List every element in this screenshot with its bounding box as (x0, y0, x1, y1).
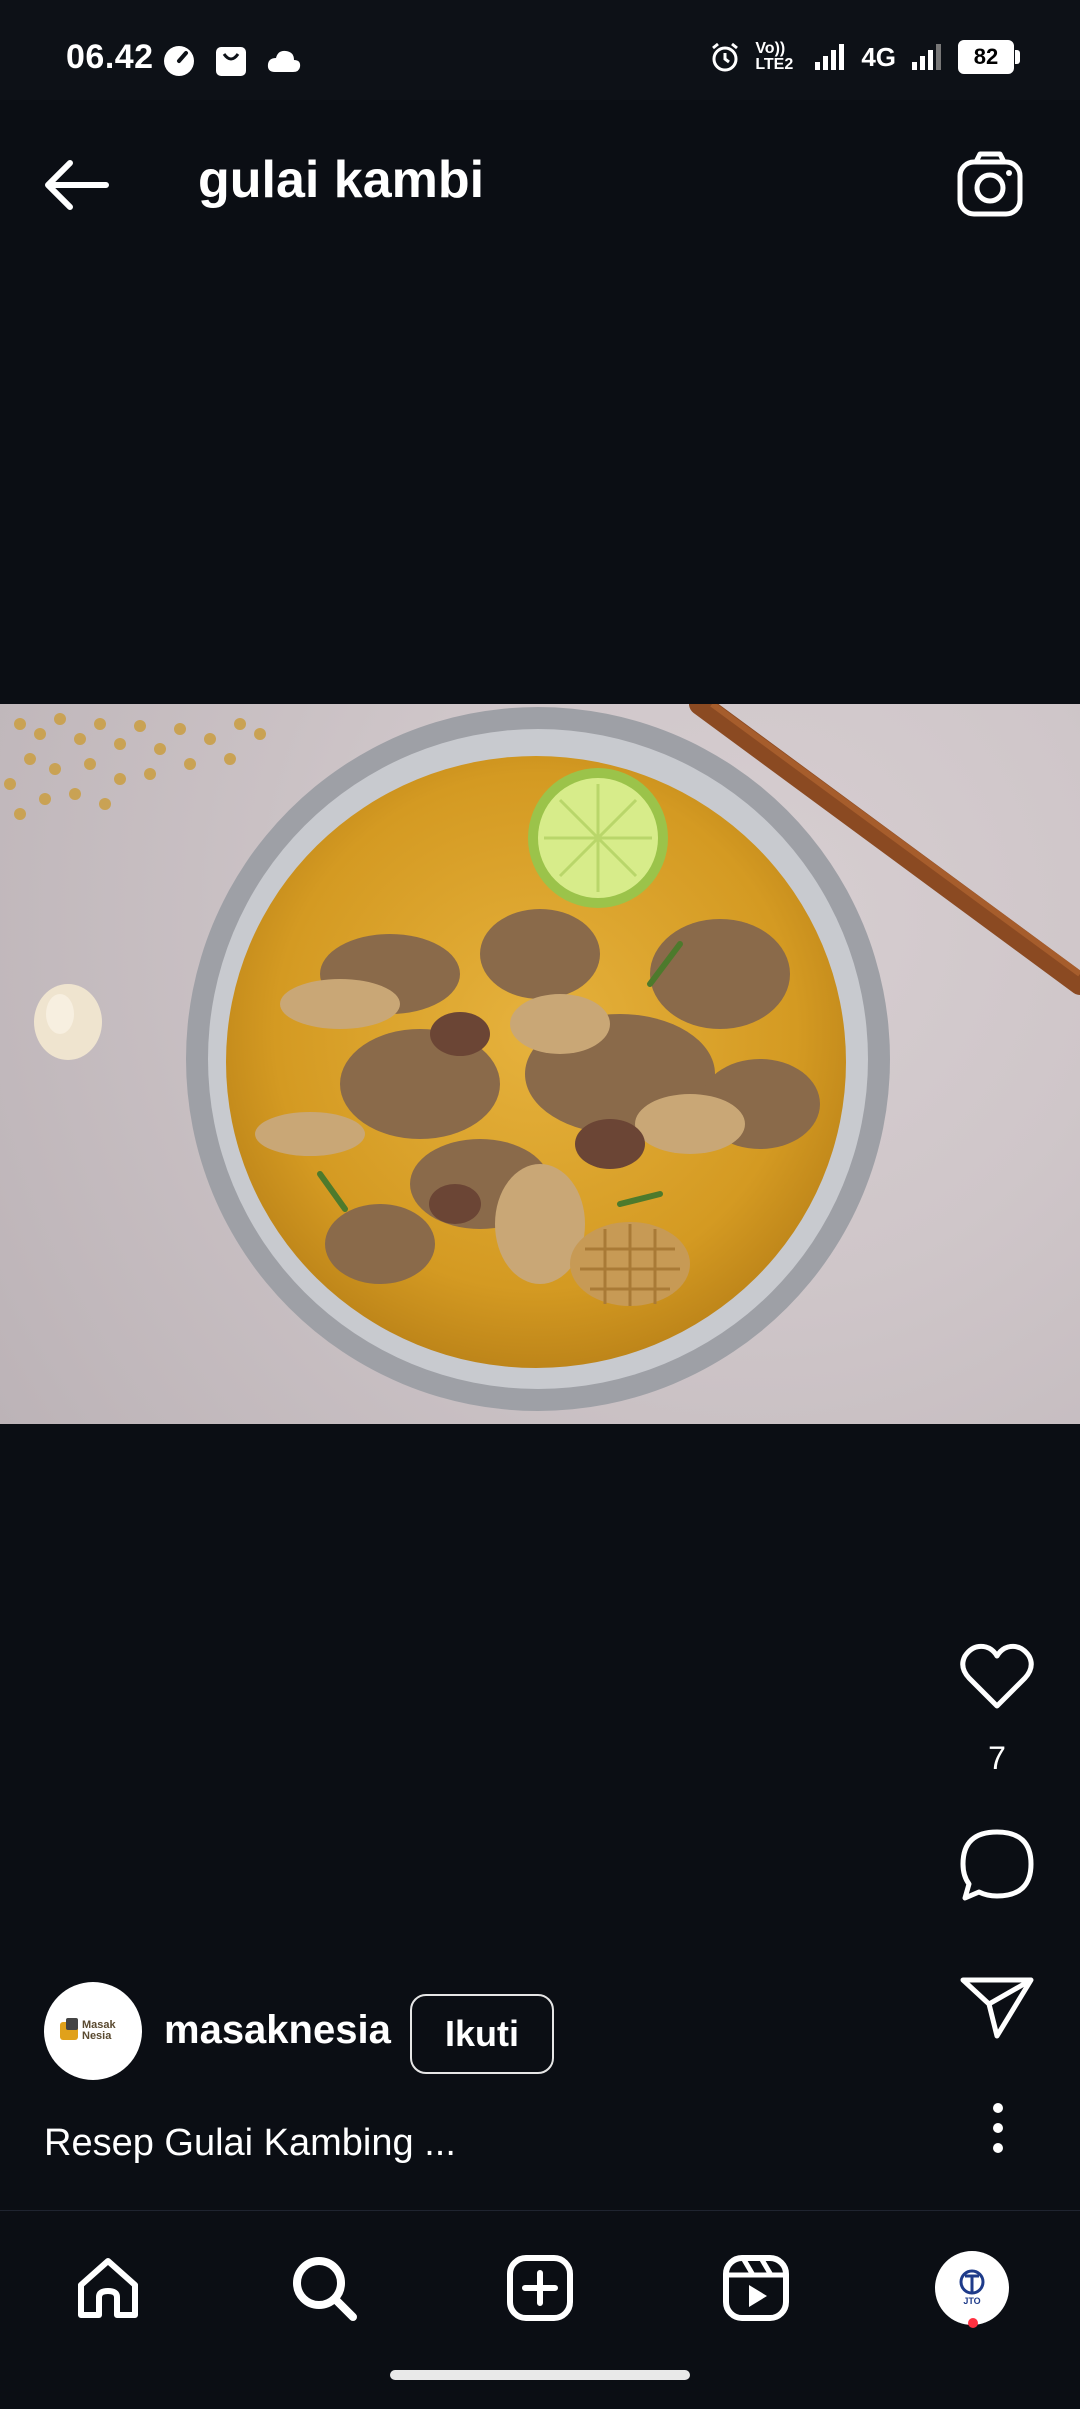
avatar[interactable]: Masak Nesia (44, 1982, 142, 2080)
status-icons-right: Vo)) LTE2 4G 82 (709, 40, 1020, 74)
battery-icon: 82 (958, 40, 1020, 74)
cloud-icon (267, 50, 301, 72)
shopping-bag-icon (216, 47, 246, 76)
plus-square-icon (507, 2255, 573, 2321)
signal-icon (815, 44, 845, 70)
back-button[interactable] (40, 150, 120, 220)
profile-logo-text: JTO (963, 2296, 981, 2306)
page-title: gulai kambi (198, 151, 485, 209)
send-icon (960, 1977, 1034, 2039)
speed-icon (164, 46, 194, 76)
volte-indicator: Vo)) LTE2 (755, 40, 794, 73)
camera-button[interactable] (952, 148, 1030, 220)
more-vertical-icon (993, 2103, 1003, 2153)
battery-level: 82 (973, 44, 999, 69)
nav-search[interactable] (274, 2238, 374, 2338)
more-options-button[interactable] (970, 2096, 1026, 2160)
post-caption[interactable]: Resep Gulai Kambing ... (44, 2122, 456, 2165)
search-icon (293, 2257, 357, 2321)
share-button[interactable] (952, 1972, 1042, 2042)
gulai-photo (4, 704, 1080, 1411)
status-time: 06.42 (66, 38, 154, 76)
status-icons-left (162, 44, 302, 78)
comment-icon (960, 1829, 1034, 1901)
profile-avatar: JTO (935, 2251, 1009, 2325)
post-image[interactable] (0, 704, 1080, 1424)
nav-reels[interactable] (706, 2238, 806, 2338)
signal-icon-2 (912, 44, 941, 70)
arrow-left-icon (45, 160, 109, 210)
nav-create[interactable] (490, 2238, 590, 2338)
heart-icon (960, 1643, 1034, 1709)
alarm-icon (712, 42, 739, 72)
nav-home[interactable] (58, 2238, 158, 2338)
notification-dot (968, 2318, 978, 2328)
camera-icon (957, 151, 1023, 217)
avatar-logo-text: Masak Nesia (82, 2019, 116, 2042)
follow-button[interactable]: Ikuti (410, 1994, 554, 2074)
home-indicator[interactable] (390, 2370, 690, 2380)
username[interactable]: masaknesia (164, 2008, 391, 2053)
reels-icon (723, 2255, 789, 2321)
like-button[interactable] (952, 1640, 1042, 1712)
home-icon (78, 2258, 138, 2318)
comment-button[interactable] (952, 1826, 1042, 1904)
like-count[interactable]: 7 (952, 1740, 1042, 1777)
network-type: 4G (861, 41, 896, 72)
